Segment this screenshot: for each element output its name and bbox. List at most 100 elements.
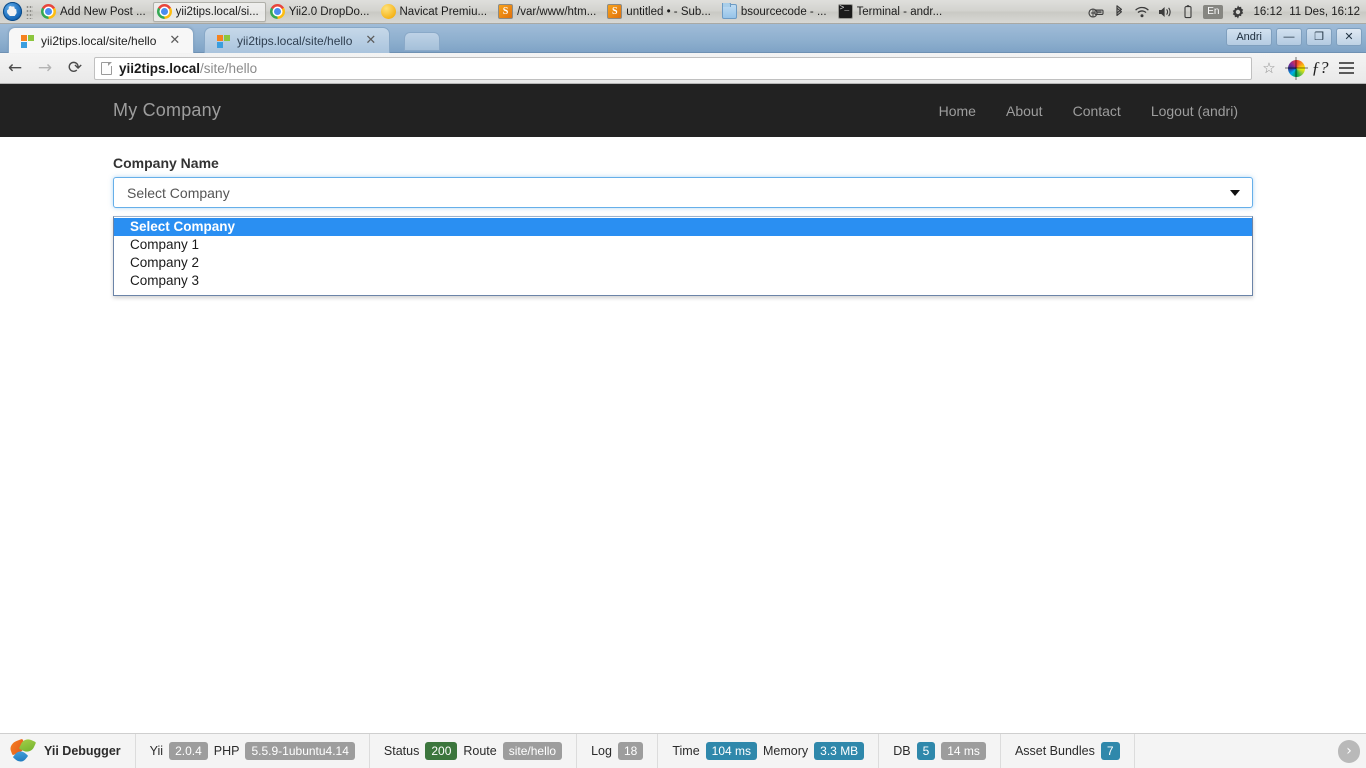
- bluetooth-icon[interactable]: [1111, 4, 1127, 20]
- bookmark-star-icon[interactable]: ☆: [1258, 57, 1280, 79]
- dropdown-padding: [114, 290, 1252, 295]
- taskbar-item-2[interactable]: Yii2.0 DropDo...: [266, 2, 377, 22]
- time-badge: 104 ms: [705, 742, 758, 760]
- folder-icon: [721, 2, 737, 19]
- nav-link-home[interactable]: Home: [924, 101, 991, 121]
- terminal-icon: [837, 4, 853, 19]
- php-version-badge: 5.5.9-1ubuntu4.14: [245, 742, 355, 760]
- tray-date-clock[interactable]: 11 Des, 16:12: [1289, 6, 1360, 18]
- taskbar-item-3[interactable]: Navicat Premiu...: [377, 2, 495, 22]
- route-badge: site/hello: [502, 742, 563, 760]
- company-select[interactable]: Select Company: [113, 177, 1253, 208]
- reload-icon[interactable]: ⟳: [60, 53, 90, 83]
- browser-tab-1[interactable]: yii2tips.local/site/hello ✕: [204, 27, 390, 53]
- db-count-badge: 5: [916, 742, 936, 760]
- chrome-menu-icon[interactable]: [1332, 56, 1360, 80]
- taskbar-grip-handle[interactable]: [26, 4, 33, 19]
- nav-link-logout[interactable]: Logout (andri): [1136, 101, 1253, 121]
- company-select-dropdown: Select Company Company 1 Company 2 Compa…: [113, 216, 1253, 296]
- window-controls: Andri — ❐ ✕: [1226, 28, 1362, 46]
- log-label: Log: [591, 744, 612, 758]
- taskbar-item-1[interactable]: yii2tips.local/si...: [152, 1, 266, 22]
- launcher-icon[interactable]: [3, 2, 22, 21]
- nav-link-contact[interactable]: Contact: [1058, 101, 1136, 121]
- chrome-icon: [41, 4, 56, 19]
- page-viewport: My Company Home About Contact Logout (an…: [0, 84, 1366, 733]
- os-taskbar: Add New Post ... yii2tips.local/si... Yi…: [0, 0, 1366, 24]
- asset-label: Asset Bundles: [1014, 744, 1095, 758]
- back-icon[interactable]: ←: [0, 53, 30, 83]
- chevron-down-icon: [1230, 189, 1240, 196]
- gear-icon[interactable]: [1230, 4, 1246, 20]
- new-tab-button[interactable]: [404, 32, 440, 51]
- yii-favicon: [216, 34, 230, 48]
- debug-brand[interactable]: Yii Debugger: [0, 734, 136, 768]
- taskbar-item-label: bsourcecode - ...: [740, 5, 827, 18]
- yii-debug-toolbar: Yii Debugger Yii 2.0.4 PHP 5.5.9-1ubuntu…: [0, 733, 1366, 768]
- debug-asset-bundles[interactable]: Asset Bundles 7: [1001, 734, 1135, 768]
- page-info-icon[interactable]: [101, 61, 112, 75]
- address-bar[interactable]: yii2tips.local/site/hello: [94, 56, 1252, 80]
- address-bar-url: yii2tips.local/site/hello: [119, 61, 257, 76]
- taskbar-item-4[interactable]: /var/www/htm...: [494, 2, 603, 22]
- url-host: yii2tips.local: [119, 60, 201, 76]
- site-brand[interactable]: My Company: [113, 100, 221, 121]
- tray-clock[interactable]: 16:12: [1253, 6, 1282, 18]
- close-window-button[interactable]: ✕: [1336, 28, 1362, 46]
- close-icon[interactable]: ✕: [167, 34, 182, 47]
- debug-versions[interactable]: Yii 2.0.4 PHP 5.5.9-1ubuntu4.14: [136, 734, 370, 768]
- debug-status-route[interactable]: Status 200 Route site/hello: [370, 734, 578, 768]
- dropdown-option-1[interactable]: Company 1: [114, 236, 1252, 254]
- forward-icon[interactable]: →: [30, 53, 60, 83]
- taskbar-item-0[interactable]: Add New Post ...: [37, 2, 153, 22]
- taskbar-item-label: Navicat Premiu...: [399, 5, 488, 18]
- dropdown-option-3[interactable]: Company 3: [114, 272, 1252, 290]
- asset-count-badge: 7: [1100, 742, 1120, 760]
- taskbar-item-7[interactable]: Terminal - andr...: [834, 2, 950, 22]
- memory-label: Memory: [763, 744, 809, 758]
- minimize-button[interactable]: —: [1276, 28, 1302, 46]
- maximize-button[interactable]: ❐: [1306, 28, 1332, 46]
- company-select-value: Select Company: [127, 184, 230, 201]
- url-path: /site/hello: [200, 60, 258, 76]
- db-time-badge: 14 ms: [941, 742, 986, 760]
- debug-brand-label: Yii Debugger: [44, 744, 121, 758]
- wifi-icon[interactable]: [1134, 4, 1150, 20]
- yii-version-badge: 2.0.4: [169, 742, 208, 760]
- user-chip[interactable]: Andri: [1226, 28, 1272, 46]
- taskbar-item-6[interactable]: bsourcecode - ...: [718, 2, 834, 22]
- debug-db[interactable]: DB 5 14 ms: [879, 734, 1001, 768]
- route-label: Route: [463, 744, 497, 758]
- color-wheel-extension-icon[interactable]: [1284, 56, 1308, 80]
- site-nav-links: Home About Contact Logout (andri): [924, 101, 1253, 121]
- dropdown-option-0[interactable]: Select Company: [114, 218, 1252, 236]
- debug-log[interactable]: Log 18: [577, 734, 659, 768]
- keyboard-layout-indicator[interactable]: En: [1203, 4, 1224, 19]
- yii-version-label: Yii: [149, 744, 164, 758]
- debug-toolbar-toggle[interactable]: ›: [1338, 740, 1360, 763]
- battery-icon[interactable]: [1180, 4, 1196, 20]
- font-extension-icon[interactable]: ƒ?: [1308, 56, 1332, 80]
- status-badge: 200: [425, 742, 458, 760]
- taskbar-item-label: Add New Post ...: [60, 5, 146, 18]
- dropdown-option-2[interactable]: Company 2: [114, 254, 1252, 272]
- debug-time-memory[interactable]: Time 104 ms Memory 3.3 MB: [658, 734, 880, 768]
- page-content: Company Name Select Company Select Compa…: [0, 137, 1366, 296]
- network-icon[interactable]: [1088, 4, 1104, 20]
- browser-tab-title: yii2tips.local/site/hello: [237, 33, 353, 48]
- close-icon[interactable]: ✕: [363, 34, 378, 47]
- php-version-label: PHP: [213, 744, 240, 758]
- browser-tab-0[interactable]: yii2tips.local/site/hello ✕: [8, 27, 194, 53]
- nav-link-about[interactable]: About: [991, 101, 1058, 121]
- taskbar-item-label: Yii2.0 DropDo...: [288, 5, 370, 18]
- chrome-icon: [269, 4, 285, 19]
- taskbar-item-label: yii2tips.local/si...: [175, 5, 259, 18]
- taskbar-item-5[interactable]: untitled • - Sub...: [603, 2, 718, 22]
- db-label: DB: [893, 744, 911, 758]
- volume-icon[interactable]: [1157, 4, 1173, 20]
- yii-favicon: [20, 34, 34, 48]
- navicat-icon: [380, 4, 396, 19]
- site-navbar: My Company Home About Contact Logout (an…: [0, 84, 1366, 137]
- taskbar-item-label: untitled • - Sub...: [626, 5, 711, 18]
- sublime-icon: [498, 4, 514, 19]
